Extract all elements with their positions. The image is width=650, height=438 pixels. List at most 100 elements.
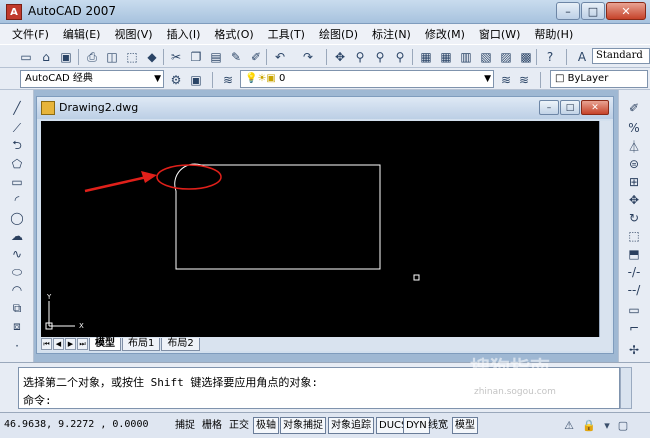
osnap-button[interactable]: 对象捕捉 xyxy=(280,417,326,434)
polygon-icon[interactable]: ⬠ xyxy=(8,156,26,172)
mirror-icon[interactable]: ⏃ xyxy=(625,138,643,154)
save-workspace-icon[interactable]: ▣ xyxy=(188,72,204,88)
point-icon[interactable]: · xyxy=(8,338,26,354)
workspace-settings-icon[interactable]: ⚙ xyxy=(168,72,184,88)
design-center-icon[interactable]: ▦ xyxy=(438,49,454,65)
help-icon[interactable]: ? xyxy=(542,49,558,65)
snap-button[interactable]: 捕捉 xyxy=(172,417,198,434)
insert-block-icon[interactable]: ⧉ xyxy=(8,300,26,316)
command-scrollbar[interactable] xyxy=(620,367,632,409)
ellipse-icon[interactable]: ⬭ xyxy=(8,264,26,280)
grid-button[interactable]: 栅格 xyxy=(199,417,225,434)
drawing-maximize-button[interactable]: □ xyxy=(560,100,580,115)
layer-previous-icon[interactable]: ≋ xyxy=(516,72,532,88)
next-tab-icon[interactable]: ▶ xyxy=(65,338,76,350)
coordinate-display[interactable]: 46.9638, 9.2272 , 0.0000 xyxy=(4,419,149,430)
print-icon[interactable]: ⎙ xyxy=(84,49,100,65)
vertical-scrollbar[interactable] xyxy=(599,121,611,337)
construction-line-icon[interactable]: ⟋ xyxy=(8,120,26,136)
block-editor-icon[interactable]: ✐ xyxy=(248,49,264,65)
extend-icon[interactable]: --/ xyxy=(625,282,643,298)
sheet-set-icon[interactable]: ▧ xyxy=(478,49,494,65)
text-style-select[interactable]: Standard xyxy=(592,48,650,64)
move-icon[interactable]: ✥ xyxy=(625,192,643,208)
first-tab-icon[interactable]: ⏮ xyxy=(41,338,52,350)
plot-preview-icon[interactable]: ◫ xyxy=(104,49,120,65)
pan-icon[interactable]: ✥ xyxy=(332,49,348,65)
stretch-icon[interactable]: ⬒ xyxy=(625,246,643,262)
erase-icon[interactable]: ✐ xyxy=(625,100,643,116)
lineweight-button[interactable]: 线宽 xyxy=(425,417,451,434)
layer-manager-icon[interactable]: ≋ xyxy=(220,72,236,88)
spline-icon[interactable]: ∿ xyxy=(8,246,26,262)
copy-object-icon[interactable]: % xyxy=(625,120,643,136)
zoom-previous-icon[interactable]: ⚲ xyxy=(392,49,408,65)
markup-icon[interactable]: ▨ xyxy=(498,49,514,65)
break-icon[interactable]: ▭ xyxy=(625,302,643,318)
drawing-close-button[interactable]: ✕ xyxy=(581,100,609,115)
toolbar-lock-icon[interactable]: 🔒 xyxy=(582,418,596,432)
drawing-minimize-button[interactable]: – xyxy=(539,100,559,115)
rectangle-icon[interactable]: ▭ xyxy=(8,174,26,190)
properties-icon[interactable]: ▦ xyxy=(418,49,434,65)
layer-select[interactable]: 💡☀▣ 0 ▼ xyxy=(240,70,494,88)
color-select[interactable]: □ ByLayer xyxy=(550,70,648,88)
circle-icon[interactable]: ◯ xyxy=(8,210,26,226)
menu-file[interactable]: 文件(F) xyxy=(12,26,49,42)
clean-screen-icon[interactable]: ▢ xyxy=(616,418,630,432)
menu-view[interactable]: 视图(V) xyxy=(114,26,152,42)
array-icon[interactable]: ⊞ xyxy=(625,174,643,190)
prev-tab-icon[interactable]: ◀ xyxy=(53,338,64,350)
line-icon[interactable]: ╱ xyxy=(8,100,26,116)
menu-modify[interactable]: 修改(M) xyxy=(425,26,465,42)
chamfer-icon[interactable]: ⌐ xyxy=(625,320,643,336)
model-space-canvas[interactable]: Y X xyxy=(41,121,599,337)
revision-cloud-icon[interactable]: ☁ xyxy=(8,228,26,244)
polyline-icon[interactable]: ⮌ xyxy=(8,138,26,154)
model-button[interactable]: 模型 xyxy=(452,417,478,434)
publish-icon[interactable]: ⬚ xyxy=(124,49,140,65)
status-menu-icon[interactable]: ▾ xyxy=(600,418,614,432)
last-tab-icon[interactable]: ⏭ xyxy=(77,338,88,350)
menu-draw[interactable]: 绘图(D) xyxy=(319,26,358,42)
new-file-icon[interactable]: ▭ xyxy=(18,49,34,65)
zoom-realtime-icon[interactable]: ⚲ xyxy=(352,49,368,65)
close-button[interactable]: ✕ xyxy=(606,2,646,20)
scale-icon[interactable]: ⬚ xyxy=(625,228,643,244)
cut-icon[interactable]: ✂ xyxy=(168,49,184,65)
make-block-icon[interactable]: ⧈ xyxy=(8,318,26,334)
tab-model[interactable]: 模型 xyxy=(89,337,121,351)
minimize-button[interactable]: – xyxy=(556,2,580,20)
menu-edit[interactable]: 编辑(E) xyxy=(63,26,101,42)
ellipse-arc-icon[interactable]: ◠ xyxy=(8,282,26,298)
save-icon[interactable]: ▣ xyxy=(58,49,74,65)
paste-icon[interactable]: ▤ xyxy=(208,49,224,65)
zoom-window-icon[interactable]: ⚲ xyxy=(372,49,388,65)
copy-icon[interactable]: ❐ xyxy=(188,49,204,65)
otrack-button[interactable]: 对象追踪 xyxy=(328,417,374,434)
text-style-icon[interactable]: A xyxy=(574,49,590,65)
menu-format[interactable]: 格式(O) xyxy=(214,26,253,42)
arc-icon[interactable]: ◜ xyxy=(8,192,26,208)
undo-icon[interactable]: ↶ xyxy=(272,49,288,65)
open-folder-icon[interactable]: ⌂ xyxy=(38,49,54,65)
tool-palettes-icon[interactable]: ▥ xyxy=(458,49,474,65)
menu-tools[interactable]: 工具(T) xyxy=(268,26,305,42)
polar-button[interactable]: 极轴 xyxy=(253,417,279,434)
match-properties-icon[interactable]: ✎ xyxy=(228,49,244,65)
tab-layout2[interactable]: 布局2 xyxy=(161,337,200,351)
redo-icon[interactable]: ↷ xyxy=(300,49,316,65)
communication-center-icon[interactable]: ⚠ xyxy=(562,418,576,432)
menu-help[interactable]: 帮助(H) xyxy=(534,26,573,42)
3d-dwf-icon[interactable]: ◆ xyxy=(144,49,160,65)
command-prompt[interactable]: 命令: xyxy=(23,392,52,408)
menu-window[interactable]: 窗口(W) xyxy=(479,26,520,42)
offset-icon[interactable]: ⊜ xyxy=(625,156,643,172)
ortho-button[interactable]: 正交 xyxy=(226,417,252,434)
tab-layout1[interactable]: 布局1 xyxy=(122,337,161,351)
autocad-app-icon[interactable]: A xyxy=(6,4,22,20)
menu-insert[interactable]: 插入(I) xyxy=(167,26,201,42)
rotate-icon[interactable]: ↻ xyxy=(625,210,643,226)
trim-icon[interactable]: -/- xyxy=(625,264,643,280)
maximize-button[interactable]: □ xyxy=(581,2,605,20)
